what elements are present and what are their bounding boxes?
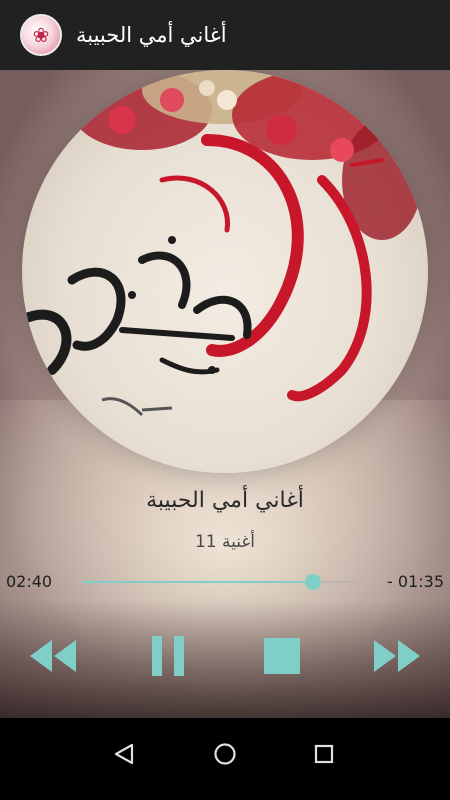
back-icon <box>114 743 134 765</box>
song-title: أغاني أمي الحبيبة <box>146 488 304 513</box>
elapsed-time: 02:40 <box>6 572 53 591</box>
recents-button[interactable] <box>304 734 344 774</box>
remaining-time: - 01:35 <box>387 572 444 591</box>
player-area: أغاني أمي الحبيبة أغنية 11 02:40 - 01:35 <box>0 70 450 718</box>
fast-forward-icon <box>374 640 420 672</box>
seek-bar-fill <box>82 581 314 583</box>
seek-bar[interactable] <box>82 574 364 590</box>
pause-button[interactable] <box>142 630 194 682</box>
app-logo-icon: ❀ <box>20 14 62 56</box>
pause-icon <box>152 636 184 676</box>
home-button[interactable] <box>205 734 245 774</box>
song-subtitle: أغنية 11 <box>194 532 256 552</box>
home-icon <box>214 743 236 765</box>
app-bar: ❀ أغاني أمي الحبيبة <box>0 0 450 70</box>
system-nav-bar <box>0 718 450 800</box>
app-title: أغاني أمي الحبيبة <box>76 23 227 47</box>
recents-icon <box>314 744 334 764</box>
stop-icon <box>264 638 300 674</box>
rewind-icon <box>30 640 76 672</box>
fast-forward-button[interactable] <box>370 630 422 682</box>
playback-controls <box>0 630 450 682</box>
stop-button[interactable] <box>256 630 308 682</box>
album-art-illustration <box>22 70 422 417</box>
rewind-button[interactable] <box>28 630 80 682</box>
album-art <box>22 70 428 473</box>
back-button[interactable] <box>104 734 144 774</box>
